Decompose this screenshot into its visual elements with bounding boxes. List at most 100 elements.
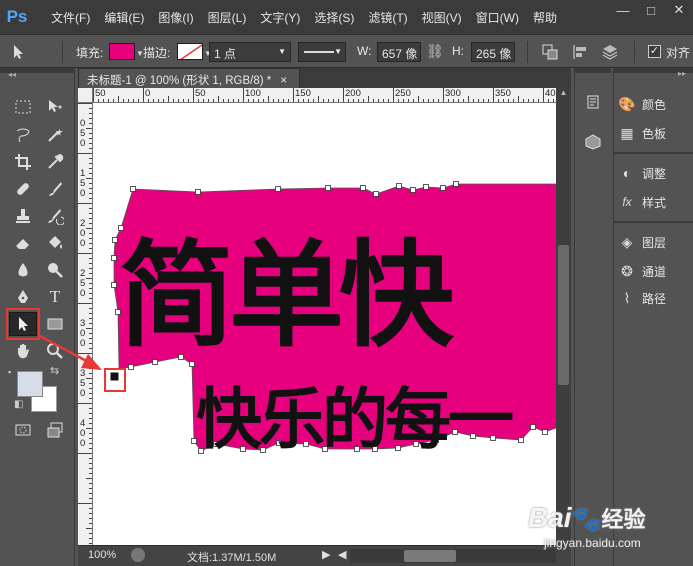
menu-window[interactable]: 窗口(W) [469,9,526,26]
small-swatch-icon[interactable]: ◧ [14,399,23,410]
move-tool-icon[interactable] [41,95,69,119]
panel-dock: ▸▸ 🎨 颜色 ▦ 色板 ◐ 调整 fx 样式 ◈ 图层 ❂ 通道 ⌇ 路径 [613,68,693,566]
menu-view[interactable]: 视图(V) [415,9,469,26]
collapse-icon[interactable]: ◂◂ [8,70,16,79]
link-icon[interactable]: ⛓ [426,43,444,60]
path-arrangement-icon[interactable] [596,40,624,64]
color-panel-tab[interactable]: 🎨 颜色 [614,92,693,116]
blur-tool-icon[interactable] [9,258,37,282]
menu-help[interactable]: 帮助 [526,9,564,26]
anchor-point[interactable] [542,429,548,435]
close-button[interactable]: ✕ [665,0,693,20]
anchor-point[interactable] [130,186,136,192]
collapsed-panel-column [574,68,611,566]
lasso-tool-icon[interactable] [9,123,37,147]
maximize-button[interactable]: □ [637,0,665,20]
horizontal-ruler[interactable]: 50 0 50 100 150 200 250 300 350 400 [93,88,556,103]
menu-file[interactable]: 文件(F) [44,9,97,26]
anchor-point[interactable] [112,237,118,243]
healing-brush-tool-icon[interactable] [9,177,37,201]
anchor-point[interactable] [360,185,366,191]
fill-color-swatch[interactable] [109,43,135,60]
ruler-top-label: 50 [195,88,206,99]
share-icon[interactable] [131,548,145,562]
eraser-tool-icon[interactable] [9,231,37,255]
expand-panels-icon[interactable]: ▸▸ [678,69,686,78]
3d-panel-icon[interactable] [579,130,607,154]
window-controls: — □ ✕ [609,0,693,20]
menu-edit[interactable]: 编辑(E) [97,9,151,26]
path-operations-icon[interactable] [536,40,564,64]
scroll-up-icon[interactable]: ▲ [556,88,571,98]
quick-mask-icon[interactable] [9,418,37,442]
history-brush-tool-icon[interactable] [41,204,69,228]
history-panel-icon[interactable] [579,90,607,114]
clone-stamp-tool-icon[interactable] [9,204,37,228]
paths-panel-tab[interactable]: ⌇ 路径 [614,286,693,310]
stroke-width-input[interactable]: 1 点 ▼ [209,42,291,62]
anchor-point[interactable] [275,186,281,192]
anchor-point[interactable] [111,282,117,288]
menu-filter[interactable]: 滤镜(T) [361,9,414,26]
anchor-point[interactable] [195,189,201,195]
magic-wand-tool-icon[interactable] [41,123,69,147]
zoom-level[interactable]: 100% [88,549,116,561]
stroke-type-picker[interactable]: ▼ [298,42,346,62]
vertical-scrollbar-thumb[interactable] [558,245,569,385]
adjustments-panel-tab[interactable]: ◐ 调整 [614,161,693,185]
anchor-point[interactable] [530,424,536,430]
paint-bucket-tool-icon[interactable] [41,231,69,255]
menu-type[interactable]: 文字(Y) [253,9,307,26]
path-alignment-icon[interactable] [566,40,594,64]
ruler-left-digit: 0 [80,188,86,199]
tool-preset-picker[interactable] [4,40,32,64]
anchor-point[interactable] [518,437,524,443]
eyedropper-tool-icon[interactable] [41,150,69,174]
anchor-point[interactable] [410,187,416,193]
styles-panel-tab[interactable]: fx 样式 [614,190,693,214]
ruler-origin[interactable] [78,88,93,103]
vertical-ruler[interactable]: 050150200250300350400 [78,103,93,545]
scroll-left-icon[interactable]: ◀ [338,548,346,561]
horizontal-scrollbar-thumb[interactable] [404,550,456,562]
main-menu: 文件(F) 编辑(E) 图像(I) 图层(L) 文字(Y) 选择(S) 滤镜(T… [44,9,564,26]
anchor-point[interactable] [423,184,429,190]
anchor-point[interactable] [325,185,331,191]
crop-tool-icon[interactable] [9,150,37,174]
minimize-button[interactable]: — [609,0,637,20]
swatches-panel-tab[interactable]: ▦ 色板 [614,121,693,145]
marquee-tool-icon[interactable] [9,95,37,119]
anchor-point[interactable] [440,185,446,191]
menu-image[interactable]: 图像(I) [151,9,200,26]
align-edges-checkbox[interactable]: ✓ [648,45,661,58]
anchor-point[interactable] [396,183,402,189]
hand-tool-icon[interactable] [9,339,37,363]
dodge-tool-icon[interactable] [41,258,69,282]
no-stroke-icon [180,44,202,59]
status-menu-arrow-icon[interactable]: ▶ [322,548,330,561]
anchor-point[interactable] [111,255,117,261]
screen-mode-icon[interactable] [41,418,69,442]
panel-column-grip[interactable] [575,68,611,73]
document-tab[interactable]: 未标题-1 @ 100% (形状 1, RGB/8) * × [78,68,300,88]
width-input[interactable]: 657 像 [377,42,421,62]
height-input[interactable]: 265 像 [471,42,515,62]
ruler-left-digit: 0 [80,388,86,399]
brush-tool-icon[interactable] [41,177,69,201]
menu-layer[interactable]: 图层(L) [201,9,254,26]
anchor-point[interactable] [128,364,134,370]
pen-tool-icon[interactable] [9,285,37,309]
channels-panel-tab[interactable]: ❂ 通道 [614,259,693,283]
stroke-color-swatch[interactable] [177,43,203,60]
path-selection-arrow-icon [14,45,23,59]
annotation-arrow [39,334,102,370]
anchor-point[interactable] [373,191,379,197]
menu-select[interactable]: 选择(S) [307,9,361,26]
anchor-point[interactable] [453,181,459,187]
default-colors-icon[interactable]: ▪ [8,367,11,377]
type-tool-icon[interactable]: T [41,285,69,309]
canvas[interactable]: 简单快 快乐的每一 [93,103,556,545]
anchor-highlight-box [104,368,126,392]
document-tab-close-icon[interactable]: × [280,75,287,87]
layers-panel-tab[interactable]: ◈ 图层 [614,230,693,254]
